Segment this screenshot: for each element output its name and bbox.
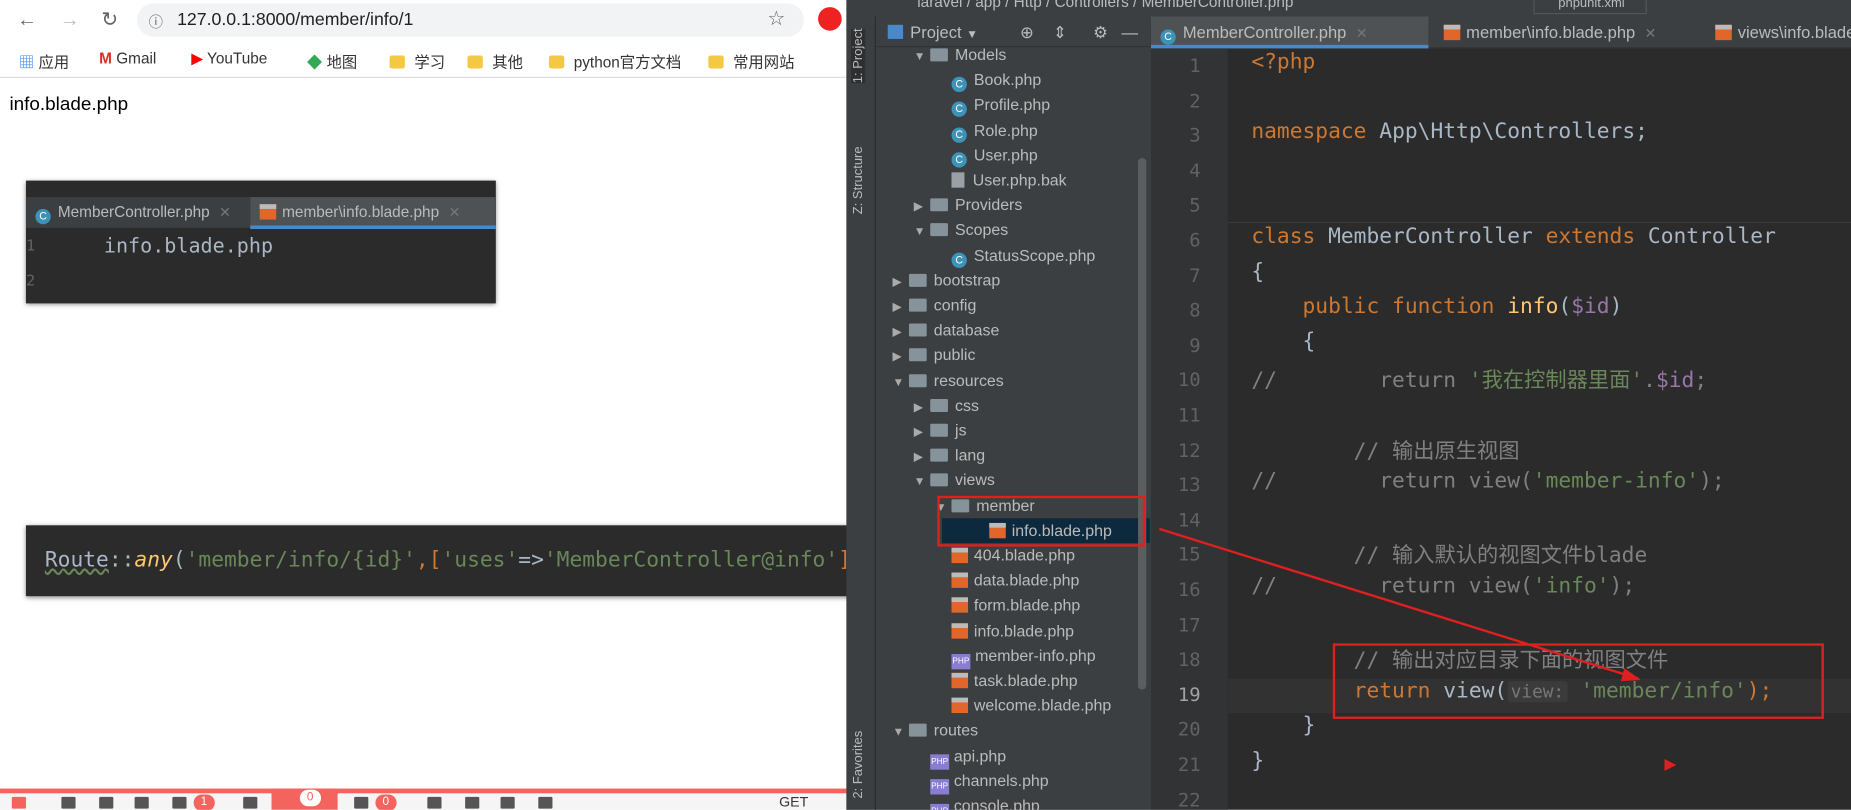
arrow-line bbox=[1158, 527, 1639, 680]
cursor-marker bbox=[1664, 759, 1677, 771]
annotation-arrow bbox=[1158, 527, 1677, 771]
arrow-head bbox=[1620, 668, 1641, 682]
